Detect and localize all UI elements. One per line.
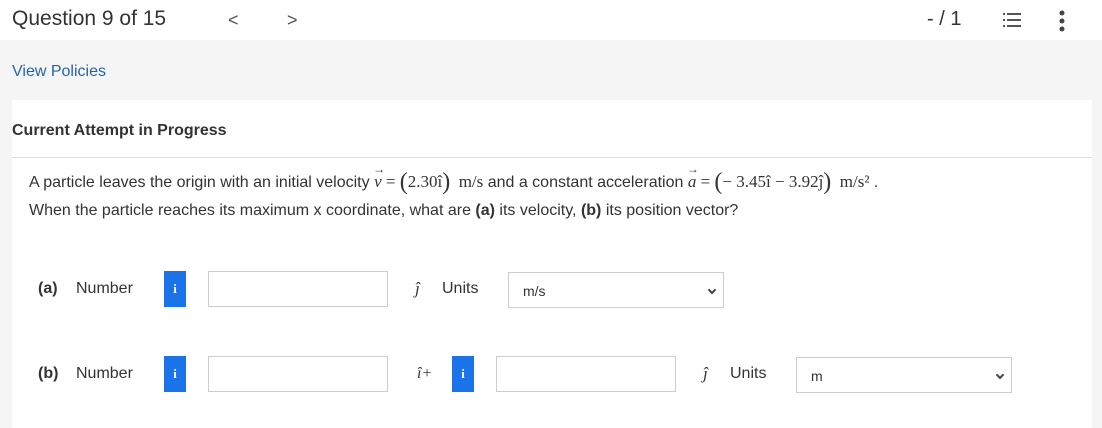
more-vertical-icon[interactable]	[1058, 10, 1066, 32]
i-unit-vector: î+	[417, 365, 433, 382]
previous-question-button[interactable]: <	[228, 10, 239, 31]
problem-text: and a constant acceleration	[483, 174, 688, 191]
part-b-i-number-input[interactable]	[208, 356, 388, 392]
equals-sign: =	[385, 172, 396, 191]
problem-text: its position vector?	[601, 202, 739, 219]
top-bar: Question 9 of 15 < > - / 1	[0, 0, 1102, 40]
equals-sign: =	[700, 172, 711, 191]
question-panel: Current Attempt in Progress A particle l…	[12, 100, 1092, 428]
velocity-unit: m/s	[458, 172, 484, 191]
part-b-units-select[interactable]: m	[796, 357, 1012, 393]
info-button-2[interactable]: i	[452, 356, 474, 392]
problem-text: When the particle reaches its maximum x …	[29, 202, 476, 219]
part-a-row: (a) Number i ĵ Units m/s	[38, 271, 1088, 311]
units-selected-value: m/s	[523, 283, 546, 299]
j-unit-vector: ĵ	[703, 364, 708, 383]
score-display: - / 1	[927, 8, 962, 30]
part-a-label: (a)	[38, 280, 58, 297]
velocity-value: 2.30î	[407, 172, 443, 191]
part-b-j-number-input[interactable]	[496, 356, 676, 392]
part-a-units-select[interactable]: m/s	[508, 272, 724, 308]
list-icon[interactable]	[1002, 10, 1022, 30]
info-button[interactable]: i	[164, 271, 186, 307]
acceleration-unit: m/s²	[839, 172, 870, 191]
part-b-row: (b) Number i î+ i ĵ Units m	[38, 356, 1088, 396]
problem-text: its velocity,	[494, 202, 581, 219]
info-button[interactable]: i	[164, 356, 186, 392]
chevron-down-icon	[995, 370, 1005, 380]
chevron-down-icon	[707, 285, 717, 295]
problem-period: .	[873, 174, 879, 191]
number-label: Number	[76, 365, 133, 382]
acceleration-symbol: a	[687, 155, 698, 196]
part-a-marker: (a)	[475, 202, 495, 219]
part-a-number-input[interactable]	[208, 271, 388, 307]
j-unit-vector: ĵ	[415, 279, 420, 298]
view-policies-link[interactable]: View Policies	[12, 63, 106, 81]
part-b-marker: (b)	[580, 202, 602, 219]
problem-text: A particle leaves the origin with an ini…	[29, 174, 375, 191]
units-selected-value: m	[811, 368, 823, 384]
acceleration-value: − 3.45î − 3.92ĵ	[722, 172, 824, 191]
part-b-label: (b)	[38, 365, 59, 382]
velocity-expression: v = (2.30î) m/s	[373, 155, 484, 195]
next-question-button[interactable]: >	[287, 10, 298, 31]
problem-statement: A particle leaves the origin with an ini…	[29, 155, 1089, 225]
question-title: Question 9 of 15	[12, 7, 167, 30]
units-label: Units	[442, 280, 479, 297]
number-label: Number	[76, 280, 133, 297]
acceleration-expression: a = (− 3.45î − 3.92ĵ) m/s²	[687, 155, 870, 195]
velocity-symbol: v	[373, 155, 384, 196]
attempt-heading: Current Attempt in Progress	[12, 122, 227, 139]
units-label: Units	[730, 365, 767, 382]
divider	[12, 157, 1092, 158]
